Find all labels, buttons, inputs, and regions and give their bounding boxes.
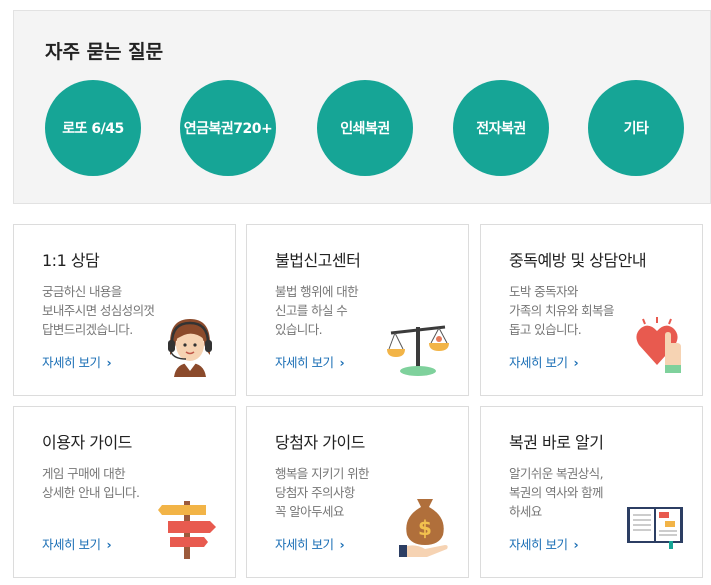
chevron-right-icon: › (339, 537, 345, 552)
card-description: 행복을 지키기 위한 당첨자 주의사항 꼭 알아두세요 (275, 466, 370, 519)
faq-panel: 자주 묻는 질문 로또 6/45 연금복권720+ 인쇄복권 전자복권 기타 (13, 10, 711, 204)
card-description: 게임 구매에 대한 상세한 안내 입니다. (42, 466, 140, 500)
card-consultation: 1:1 상담 궁금하신 내용을 보내주시면 성심성의껏 답변드리겠습니다. 자세… (13, 224, 236, 396)
chevron-right-icon: › (106, 355, 112, 370)
signpost-icon (158, 501, 216, 559)
card-title: 복권 바로 알기 (509, 433, 604, 452)
faq-item-electronic-lottery[interactable]: 전자복권 (453, 80, 549, 176)
card-description: 도박 중독자와 가족의 치유와 회복을 돕고 있습니다. (509, 284, 614, 337)
chevron-right-icon: › (573, 537, 579, 552)
heart-hand-icon (636, 317, 681, 373)
card-user-guide: 이용자 가이드 게임 구매에 대한 상세한 안내 입니다. 자세히 보기 › (13, 406, 236, 578)
faq-item-lotto645[interactable]: 로또 6/45 (45, 80, 141, 176)
counselor-headset-icon (168, 319, 212, 377)
money-bag-icon: $ (399, 499, 448, 557)
card-more-link[interactable]: 자세히 보기 › (275, 534, 345, 553)
card-title: 불법신고센터 (275, 251, 361, 270)
card-description: 궁금하신 내용을 보내주시면 성심성의껏 답변드리겠습니다. (42, 284, 155, 337)
card-more-link[interactable]: 자세히 보기 › (275, 352, 345, 371)
card-description: 불법 행위에 대한 신고를 하실 수 있습니다. (275, 284, 359, 337)
card-description: 알기쉬운 복권상식, 복권의 역사와 함께 하세요 (509, 466, 604, 519)
open-book-icon (627, 507, 683, 549)
faq-title: 자주 묻는 질문 (45, 41, 164, 63)
faq-item-other[interactable]: 기타 (588, 80, 684, 176)
card-more-link[interactable]: 자세히 보기 › (509, 352, 579, 371)
card-more-link[interactable]: 자세히 보기 › (509, 534, 579, 553)
svg-text:$: $ (418, 516, 432, 540)
card-about-lottery: 복권 바로 알기 알기쉬운 복권상식, 복권의 역사와 함께 하세요 자세히 보… (480, 406, 703, 578)
card-winner-guide: 당첨자 가이드 행복을 지키기 위한 당첨자 주의사항 꼭 알아두세요 자세히 … (246, 406, 469, 578)
balance-scale-icon (387, 325, 449, 376)
card-more-link[interactable]: 자세히 보기 › (42, 534, 112, 553)
card-title: 1:1 상담 (42, 251, 100, 270)
card-title: 이용자 가이드 (42, 433, 132, 452)
card-title: 당첨자 가이드 (275, 433, 365, 452)
faq-item-printed-lottery[interactable]: 인쇄복권 (317, 80, 413, 176)
chevron-right-icon: › (339, 355, 345, 370)
card-addiction-prevention: 중독예방 및 상담안내 도박 중독자와 가족의 치유와 회복을 돕고 있습니다.… (480, 224, 703, 396)
chevron-right-icon: › (573, 355, 579, 370)
faq-item-pension720[interactable]: 연금복권720+ (180, 80, 276, 176)
chevron-right-icon: › (106, 537, 112, 552)
card-illegal-report: 불법신고센터 불법 행위에 대한 신고를 하실 수 있습니다. 자세히 보기 › (246, 224, 469, 396)
card-more-link[interactable]: 자세히 보기 › (42, 352, 112, 371)
card-title: 중독예방 및 상담안내 (509, 251, 647, 270)
